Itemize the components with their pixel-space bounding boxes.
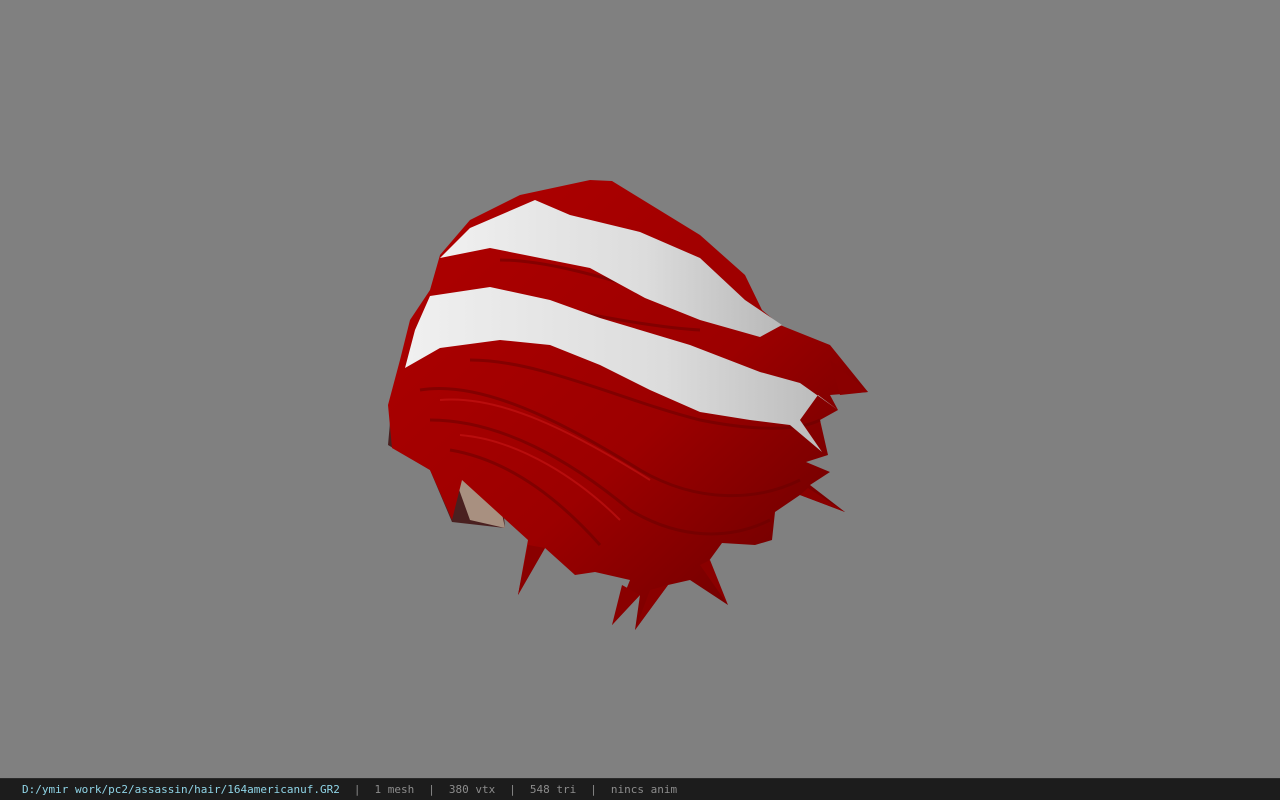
status-separator: | xyxy=(509,783,516,796)
status-separator: | xyxy=(428,783,435,796)
animation-status-label: nincs anim xyxy=(610,783,678,796)
mesh-count-label: 1 mesh xyxy=(374,783,415,796)
status-bar: D:/ymir work/pc2/assassin/hair/164americ… xyxy=(0,778,1280,800)
status-separator: | xyxy=(590,783,597,796)
hair-model-render[interactable] xyxy=(0,0,1280,778)
vertex-count-label: 380 vtx xyxy=(448,783,496,796)
status-separator: | xyxy=(353,783,361,796)
3d-viewport[interactable] xyxy=(0,0,1280,778)
file-path-label: D:/ymir work/pc2/assassin/hair/164americ… xyxy=(22,783,340,796)
triangle-count-label: 548 tri xyxy=(529,783,577,796)
